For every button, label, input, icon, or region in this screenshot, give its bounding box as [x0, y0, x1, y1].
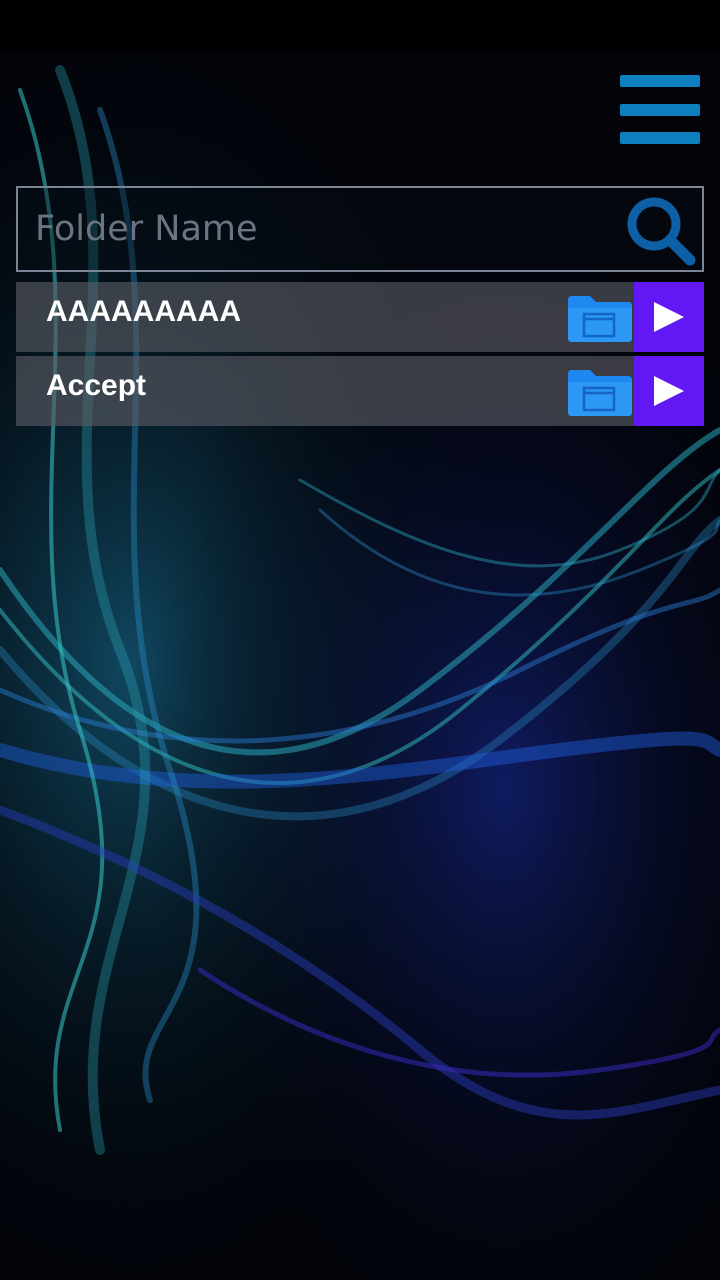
- menu-bar-middle: [620, 104, 700, 116]
- folder-name-input[interactable]: [18, 188, 618, 270]
- play-button[interactable]: [634, 356, 704, 426]
- folder-list: AAAAAAAAA Accept: [16, 282, 704, 430]
- play-icon: [654, 376, 684, 406]
- status-bar: [0, 0, 720, 50]
- play-icon: [654, 302, 684, 332]
- folder-icon[interactable]: [566, 364, 634, 420]
- folder-row[interactable]: AAAAAAAAA: [16, 282, 704, 352]
- folder-name: AAAAAAAAA: [46, 295, 241, 328]
- folder-row[interactable]: Accept: [16, 356, 704, 426]
- menu-bar-bottom: [620, 132, 700, 144]
- folder-name: Accept: [46, 369, 147, 402]
- search-box: [16, 186, 704, 272]
- hamburger-menu-icon[interactable]: [620, 75, 700, 145]
- folder-icon[interactable]: [566, 290, 634, 346]
- search-icon[interactable]: [624, 194, 700, 270]
- play-button[interactable]: [634, 282, 704, 352]
- menu-bar-top: [620, 75, 700, 87]
